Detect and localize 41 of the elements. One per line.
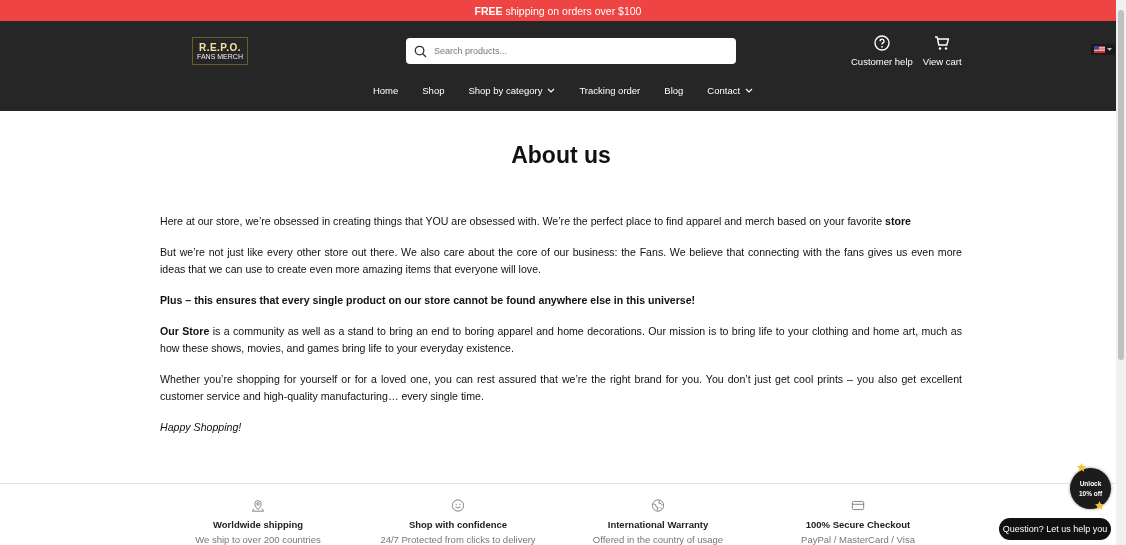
map-pin-icon xyxy=(250,499,266,512)
feature-text: 24/7 Protected from clicks to delivery xyxy=(380,534,536,545)
chevron-icon xyxy=(745,88,754,93)
chevron-icon xyxy=(547,88,556,93)
paragraph: Whether you’re shopping for yourself or for a loved one, you can rest assured that we’re the right brand for you. You don’t just get cool prints – you also get excellent customer service and high-quality manufacturing… every single time. xyxy=(160,372,962,404)
star-icon xyxy=(1077,463,1086,472)
nav-link[interactable]: Blog xyxy=(664,85,684,96)
paragraph: Our Store is a community as well as a stand to bring an end to boring apparel and home decorations. Our mission is to bring life to your clothing and home art, much as how these shows, movies, and games bring life to your everyday existence. xyxy=(160,324,962,356)
globe-icon xyxy=(650,499,666,512)
help-link[interactable]: Customer help xyxy=(851,35,913,67)
paragraph: Here at our store, we’re obsessed in creating things that YOU are obsessed with. We’re the perfect place to find apparel and merch based on your favorite store xyxy=(160,214,912,229)
feature-title: Shop with confidence xyxy=(408,519,508,530)
nav-link[interactable]: Home xyxy=(372,85,399,96)
cart-link[interactable]: View cart xyxy=(922,35,962,67)
banner-text: FREE shipping on orders over $100 xyxy=(474,4,642,17)
search-field[interactable]: Search products... xyxy=(406,38,736,64)
feature-text: Offered in the country of usage xyxy=(592,534,724,545)
credit-card-icon xyxy=(850,499,866,512)
feature-title: 100% Secure Checkout xyxy=(805,519,911,530)
nav-link[interactable]: Shop by category xyxy=(468,85,556,96)
question-icon xyxy=(873,35,890,51)
nav-link[interactable]: Tracking order xyxy=(579,85,641,96)
caret-icon xyxy=(1107,48,1112,51)
logo-title: R.E.P.O. xyxy=(198,42,242,53)
nav-link[interactable]: Contact xyxy=(707,85,754,96)
paragraph: But we’re not just like every other store out there. We also care about the core of our business: the Fans. We believe that connecting with the fans gives us even more ideas that we can use to create even more amazing items that everyone will love. xyxy=(160,245,962,277)
nav-link[interactable]: Shop xyxy=(422,85,445,96)
feature-text: We ship to over 200 countries xyxy=(195,534,321,545)
country-selector[interactable] xyxy=(1091,44,1115,55)
feature-title: International Warranty xyxy=(607,519,709,530)
smile-icon xyxy=(450,499,466,512)
search-icon xyxy=(414,44,427,58)
paragraph: Plus – this ensures that every single product on our store cannot be found anywhere else in this universe! xyxy=(160,293,697,308)
feature-title: Worldwide shipping xyxy=(212,519,304,530)
page-title: About us xyxy=(510,142,612,169)
feature-text: PayPal / MasterCard / Visa xyxy=(801,534,915,545)
star-icon xyxy=(1095,501,1104,510)
chat-button[interactable]: Question? Let us help you xyxy=(999,518,1111,540)
flag-icon xyxy=(1094,46,1105,53)
paragraph: Happy Shopping! xyxy=(160,420,243,435)
cart-icon xyxy=(934,35,951,51)
